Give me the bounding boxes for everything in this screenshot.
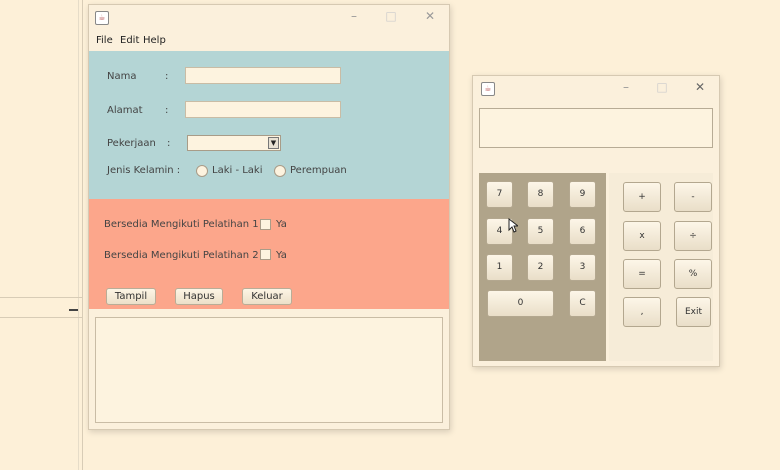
- minimize-icon[interactable]: –: [345, 8, 363, 24]
- key-8[interactable]: 8: [527, 181, 554, 208]
- keluar-button[interactable]: Keluar: [242, 288, 292, 305]
- pekerjaan-label: Pekerjaan: [107, 138, 156, 149]
- colon: :: [165, 105, 169, 116]
- key-plus[interactable]: +: [623, 182, 661, 212]
- number-pad: 7 8 9 4 5 6 1 2 3 0 C: [479, 173, 606, 361]
- radio-laki-laki[interactable]: [196, 165, 208, 177]
- menu-help[interactable]: Help: [143, 35, 166, 46]
- key-3[interactable]: 3: [569, 254, 596, 281]
- form-titlebar[interactable]: ☕ – □ ✕: [89, 5, 449, 27]
- menu-bar: File Edit Help: [89, 35, 449, 51]
- nama-input[interactable]: [185, 67, 341, 84]
- java-app-icon: ☕: [481, 82, 495, 96]
- alamat-label: Alamat: [107, 105, 143, 116]
- key-clear[interactable]: C: [569, 290, 596, 317]
- training-panel: Bersedia Mengikuti Pelatihan 1 Ya Bersed…: [89, 199, 449, 309]
- close-icon[interactable]: ✕: [691, 79, 709, 95]
- java-app-icon: ☕: [95, 11, 109, 25]
- menu-edit[interactable]: Edit: [120, 35, 139, 46]
- chevron-down-icon[interactable]: ▼: [268, 137, 279, 149]
- pelatihan1-check-label[interactable]: Ya: [276, 219, 287, 230]
- calculator-display: [479, 108, 713, 148]
- key-1[interactable]: 1: [486, 254, 513, 281]
- pelatihan1-checkbox[interactable]: [260, 219, 271, 230]
- key-comma[interactable]: ,: [623, 297, 661, 327]
- radio-perempuan[interactable]: [274, 165, 286, 177]
- key-divide[interactable]: ÷: [674, 221, 712, 251]
- pelatihan2-check-label[interactable]: Ya: [276, 250, 287, 261]
- hapus-button[interactable]: Hapus: [175, 288, 223, 305]
- pekerjaan-combobox[interactable]: ▼: [187, 135, 281, 151]
- pelatihan2-label: Bersedia Mengikuti Pelatihan 2: [104, 250, 259, 261]
- colon: :: [165, 71, 169, 82]
- maximize-icon[interactable]: □: [382, 8, 400, 24]
- key-equals[interactable]: =: [623, 259, 661, 289]
- tampil-button[interactable]: Tampil: [106, 288, 156, 305]
- key-percent[interactable]: %: [674, 259, 712, 289]
- key-minus[interactable]: -: [674, 182, 712, 212]
- key-exit[interactable]: Exit: [676, 297, 711, 327]
- background-line: [0, 297, 82, 298]
- background-line: [78, 0, 79, 470]
- pelatihan2-checkbox[interactable]: [260, 249, 271, 260]
- key-6[interactable]: 6: [569, 218, 596, 245]
- output-textarea[interactable]: [95, 317, 443, 423]
- radio-perempuan-label[interactable]: Perempuan: [290, 165, 347, 176]
- minimize-icon[interactable]: –: [617, 79, 635, 95]
- key-0[interactable]: 0: [487, 290, 554, 317]
- key-5[interactable]: 5: [527, 218, 554, 245]
- operator-pad: + - x ÷ = % , Exit: [609, 173, 713, 361]
- colon: :: [167, 138, 171, 149]
- mouse-cursor-icon: [508, 218, 518, 233]
- key-7[interactable]: 7: [486, 181, 513, 208]
- biodata-panel: Nama : Alamat : Pekerjaan : ▼ Jenis Kela…: [89, 51, 449, 199]
- radio-laki-laki-label[interactable]: Laki - Laki: [212, 165, 263, 176]
- close-icon[interactable]: ✕: [421, 8, 439, 24]
- key-2[interactable]: 2: [527, 254, 554, 281]
- jenis-kelamin-label: Jenis Kelamin :: [107, 165, 181, 176]
- nama-label: Nama: [107, 71, 137, 82]
- pelatihan1-label: Bersedia Mengikuti Pelatihan 1: [104, 219, 259, 230]
- key-9[interactable]: 9: [569, 181, 596, 208]
- calculator-titlebar[interactable]: ☕ – □ ✕: [473, 76, 719, 98]
- background-line: [0, 317, 82, 318]
- key-times[interactable]: x: [623, 221, 661, 251]
- menu-file[interactable]: File: [96, 35, 113, 46]
- background-line: [82, 0, 83, 470]
- form-window: ☕ – □ ✕ File Edit Help Nama : Alamat : P…: [88, 4, 450, 430]
- alamat-input[interactable]: [185, 101, 341, 118]
- background-dash: [69, 309, 78, 311]
- maximize-icon[interactable]: □: [653, 79, 671, 95]
